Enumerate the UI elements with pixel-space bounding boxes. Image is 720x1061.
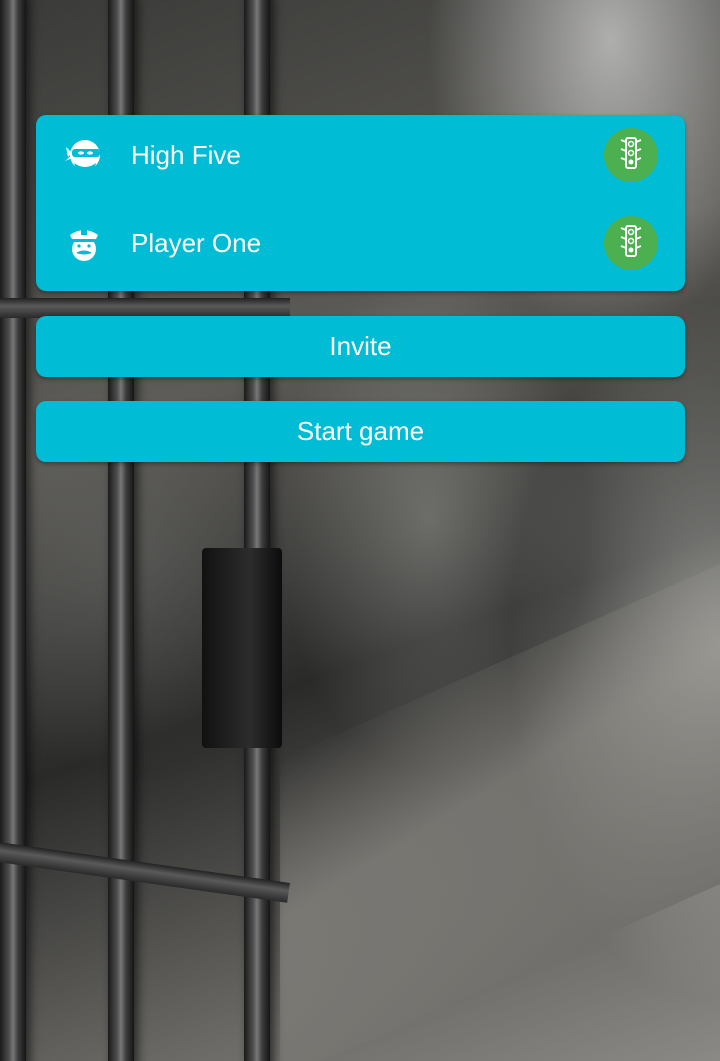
player-name: Player One bbox=[131, 227, 262, 258]
player-list: High Five Player One bbox=[36, 115, 685, 291]
police-officer-icon bbox=[62, 221, 106, 265]
player-row: Player One bbox=[36, 203, 685, 283]
ninja-icon bbox=[62, 133, 106, 177]
jail-lock bbox=[202, 548, 282, 748]
jail-crossbar bbox=[0, 298, 290, 318]
traffic-light-icon bbox=[616, 224, 646, 263]
player-name: High Five bbox=[131, 139, 241, 170]
traffic-light-icon bbox=[616, 136, 646, 175]
player-row: High Five bbox=[36, 115, 685, 195]
invite-button[interactable]: Invite bbox=[36, 316, 685, 377]
status-button[interactable] bbox=[604, 128, 658, 182]
status-button[interactable] bbox=[604, 216, 658, 270]
floor bbox=[280, 555, 720, 1061]
jail-bar bbox=[0, 0, 26, 1061]
start-game-button[interactable]: Start game bbox=[36, 401, 685, 462]
